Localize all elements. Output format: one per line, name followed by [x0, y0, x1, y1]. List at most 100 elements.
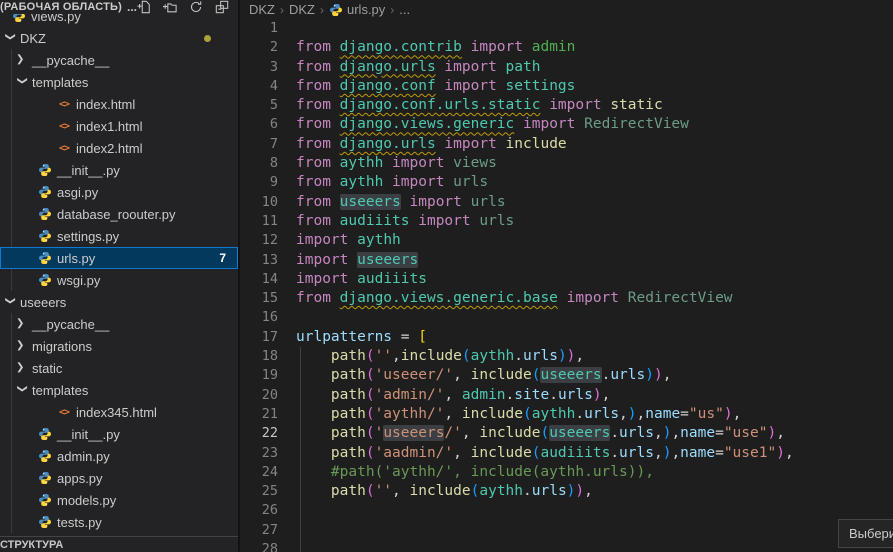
tree-item--pycache-[interactable]: ❯__pycache__ — [0, 313, 238, 335]
code-line-21[interactable]: 21 path('aythh/', include(aythh.urls,),n… — [240, 405, 893, 424]
code-line-20[interactable]: 20 path('admin/', admin.site.urls), — [240, 386, 893, 405]
tree-item-tests-py[interactable]: tests.py — [0, 511, 238, 533]
line-number[interactable]: 9 — [240, 173, 278, 192]
line-number[interactable]: 28 — [240, 540, 278, 552]
code-line-4[interactable]: 4from django.conf import settings — [240, 77, 893, 96]
tree-item-templates[interactable]: ❯templates — [0, 379, 238, 401]
code-line-7[interactable]: 7from django.urls import include — [240, 135, 893, 154]
line-number[interactable]: 24 — [240, 463, 278, 482]
line-number[interactable]: 14 — [240, 270, 278, 289]
token: ) — [776, 445, 785, 461]
tree-item-static[interactable]: ❯static — [0, 357, 238, 379]
chevron-down-icon[interactable]: ❯ — [5, 297, 15, 308]
code-line-5[interactable]: 5from django.conf.urls.static import sta… — [240, 96, 893, 115]
line-number[interactable]: 19 — [240, 366, 278, 385]
tree-item-models-py[interactable]: models.py — [0, 489, 238, 511]
tree-item-templates[interactable]: ❯templates — [0, 71, 238, 93]
code-line-12[interactable]: 12import aythh — [240, 231, 893, 250]
breadcrumb-item[interactable]: ... — [399, 2, 410, 17]
line-number[interactable]: 26 — [240, 501, 278, 520]
code-line-22[interactable]: 22 path('useeers/', include(useeers.urls… — [240, 424, 893, 443]
tree-item-apps-py[interactable]: apps.py — [0, 467, 238, 489]
tree-item-asgi-py[interactable]: asgi.py — [0, 181, 238, 203]
line-number[interactable]: 1 — [240, 19, 278, 38]
tree-item-index2-html[interactable]: <>index2.html — [0, 137, 238, 159]
code-line-3[interactable]: 3from django.urls import path — [240, 58, 893, 77]
tree-item-useeers[interactable]: ❯useeers — [0, 291, 238, 313]
breadcrumb-item[interactable]: urls.py — [347, 2, 385, 17]
code-line-9[interactable]: 9from aythh import urls — [240, 173, 893, 192]
code-line-26[interactable]: 26 — [240, 501, 893, 520]
code-line-17[interactable]: 17urlpatterns = [ — [240, 328, 893, 347]
line-number[interactable]: 25 — [240, 482, 278, 501]
line-number[interactable]: 4 — [240, 77, 278, 96]
code-line-6[interactable]: 6from django.views.generic import Redire… — [240, 115, 893, 134]
line-number[interactable]: 17 — [240, 328, 278, 347]
tree-item-index1-html[interactable]: <>index1.html — [0, 115, 238, 137]
code-line-15[interactable]: 15from django.views.generic.base import … — [240, 289, 893, 308]
line-number[interactable]: 5 — [240, 96, 278, 115]
code-line-13[interactable]: 13import useeers — [240, 251, 893, 270]
line-number[interactable]: 20 — [240, 386, 278, 405]
line-number[interactable]: 10 — [240, 193, 278, 212]
code-line-14[interactable]: 14import audiiits — [240, 270, 893, 289]
line-number[interactable]: 7 — [240, 135, 278, 154]
line-number[interactable]: 23 — [240, 444, 278, 463]
refresh-icon[interactable] — [189, 0, 203, 14]
line-number[interactable]: 15 — [240, 289, 278, 308]
line-number[interactable]: 3 — [240, 58, 278, 77]
line-number[interactable]: 18 — [240, 347, 278, 366]
chevron-right-icon[interactable]: ❯ — [16, 341, 27, 351]
tree-item-index-html[interactable]: <>index.html — [0, 93, 238, 115]
code-line-11[interactable]: 11from audiiits import urls — [240, 212, 893, 231]
code-line-10[interactable]: 10from useeers import urls — [240, 193, 893, 212]
tree-item-admin-py[interactable]: admin.py — [0, 445, 238, 467]
tree-item--init-py[interactable]: __init__.py — [0, 159, 238, 181]
code-lines[interactable]: 12from django.contrib import admin3from … — [240, 19, 893, 552]
collapse-all-icon[interactable] — [215, 0, 229, 14]
code-line-2[interactable]: 2from django.contrib import admin — [240, 38, 893, 57]
tree-item-database-roouter-py[interactable]: database_roouter.py — [0, 203, 238, 225]
chevron-down-icon[interactable]: ❯ — [17, 385, 27, 396]
tree-item-migrations[interactable]: ❯migrations — [0, 335, 238, 357]
tree-item-settings-py[interactable]: settings.py — [0, 225, 238, 247]
line-number[interactable]: 2 — [240, 38, 278, 57]
code-line-24[interactable]: 24 #path('aythh/', include(aythh.urls)), — [240, 463, 893, 482]
line-number[interactable]: 21 — [240, 405, 278, 424]
code-line-16[interactable]: 16 — [240, 308, 893, 327]
more-actions-icon[interactable]: ... — [127, 0, 137, 14]
new-file-icon[interactable] — [137, 0, 151, 14]
chevron-right-icon[interactable]: ❯ — [16, 319, 27, 329]
code-line-8[interactable]: 8from aythh import views — [240, 154, 893, 173]
tree-item--init-py[interactable]: __init__.py — [0, 423, 238, 445]
code-line-25[interactable]: 25 path('', include(aythh.urls)), — [240, 482, 893, 501]
new-folder-icon[interactable] — [163, 0, 177, 14]
outline-section-header[interactable]: СТРУКТУРА — [0, 536, 238, 552]
chevron-right-icon[interactable]: ❯ — [16, 55, 27, 65]
breadcrumb-item[interactable]: DKZ — [249, 2, 275, 17]
tree-item-dkz[interactable]: ❯DKZ — [0, 27, 238, 49]
chevron-down-icon[interactable]: ❯ — [5, 33, 15, 44]
tree-item--pycache-[interactable]: ❯__pycache__ — [0, 49, 238, 71]
code-line-19[interactable]: 19 path('useeer/', include(useeers.urls)… — [240, 366, 893, 385]
breadcrumb[interactable]: DKZ›DKZ›urls.py›... — [240, 0, 893, 19]
line-number[interactable]: 22 — [240, 424, 278, 443]
code-line-1[interactable]: 1 — [240, 19, 893, 38]
line-number[interactable]: 12 — [240, 231, 278, 250]
code-line-18[interactable]: 18 path('',include(aythh.urls)), — [240, 347, 893, 366]
line-number[interactable]: 16 — [240, 308, 278, 327]
tree-item-urls-py[interactable]: urls.py7 — [0, 247, 238, 269]
line-number[interactable]: 27 — [240, 521, 278, 540]
code-line-28[interactable]: 28 — [240, 540, 893, 552]
code-line-27[interactable]: 27 — [240, 521, 893, 540]
line-number[interactable]: 6 — [240, 115, 278, 134]
line-number[interactable]: 11 — [240, 212, 278, 231]
breadcrumb-item[interactable]: DKZ — [289, 2, 315, 17]
tree-item-index345-html[interactable]: <>index345.html — [0, 401, 238, 423]
code-line-23[interactable]: 23 path('aadmin/', include(audiiits.urls… — [240, 444, 893, 463]
chevron-right-icon[interactable]: ❯ — [16, 363, 27, 373]
chevron-down-icon[interactable]: ❯ — [17, 77, 27, 88]
line-number[interactable]: 8 — [240, 154, 278, 173]
line-number[interactable]: 13 — [240, 251, 278, 270]
tree-item-wsgi-py[interactable]: wsgi.py — [0, 269, 238, 291]
